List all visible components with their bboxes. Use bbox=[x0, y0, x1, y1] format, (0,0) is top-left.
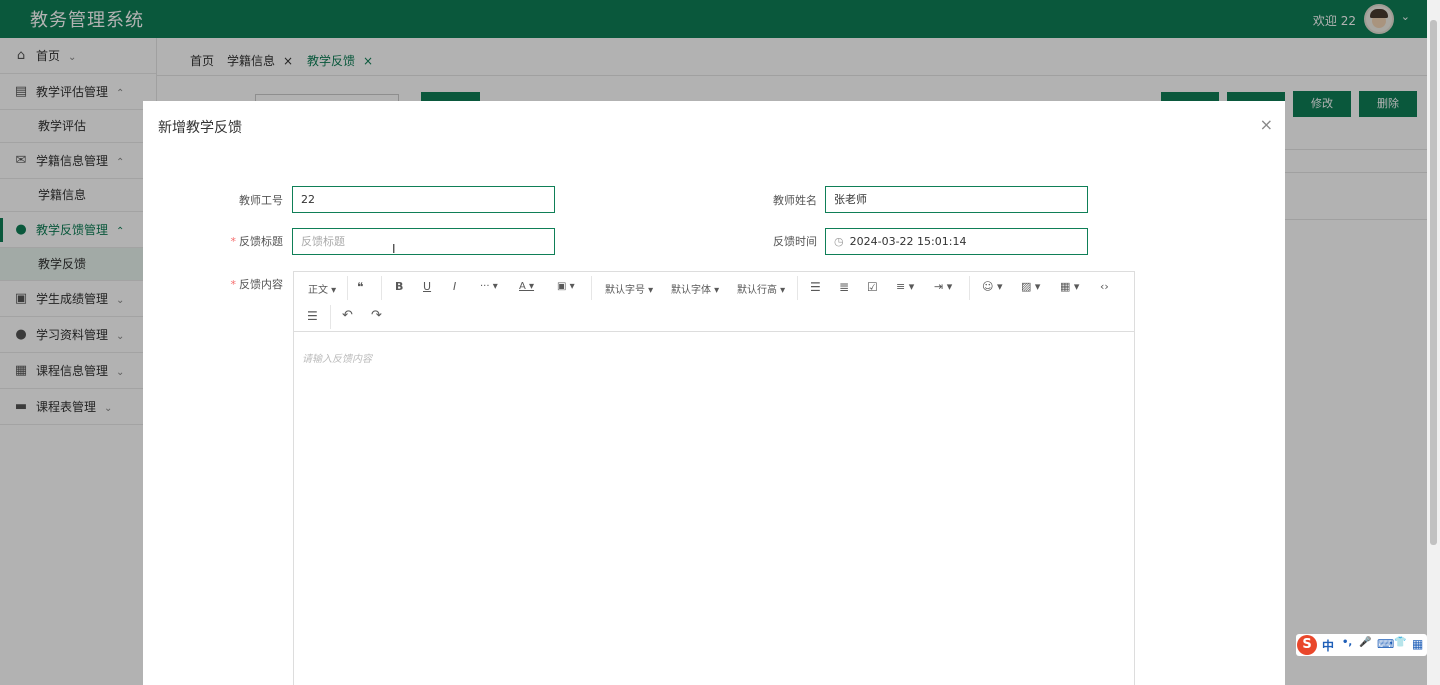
toolbar-divider bbox=[381, 276, 382, 300]
add-feedback-dialog: 新增教学反馈 × 教师工号 22 教师姓名 张老师 * 反馈标题 反馈标题 反馈时… bbox=[143, 101, 1285, 685]
bold-icon[interactable]: B bbox=[395, 280, 403, 293]
apps-grid-icon[interactable]: ▦ bbox=[1412, 637, 1423, 651]
page-scrollbar[interactable] bbox=[1427, 0, 1440, 685]
rich-text-editor: 正文 ▾ ❝ B U I ··· ▾ A ▾ ▣ ▾ 默认字号 ▾ 默认字体 ▾… bbox=[293, 271, 1135, 685]
editor-placeholder[interactable]: 请输入反馈内容 bbox=[302, 350, 372, 365]
undo-icon[interactable]: ↶ bbox=[342, 308, 353, 323]
background-color-dropdown[interactable]: ▣ ▾ bbox=[557, 281, 575, 292]
dialog-title: 新增教学反馈 bbox=[158, 120, 242, 136]
teacher-id-input[interactable]: 22 bbox=[292, 186, 555, 213]
emoji-dropdown[interactable]: ☺ ▾ bbox=[982, 280, 1003, 293]
editor-toolbar: 正文 ▾ ❝ B U I ··· ▾ A ▾ ▣ ▾ 默认字号 ▾ 默认字体 ▾… bbox=[294, 272, 1134, 332]
keyboard-icon[interactable]: ⌨ bbox=[1377, 637, 1394, 651]
bullet-list-icon[interactable]: ☰ bbox=[810, 280, 821, 294]
underline-icon[interactable]: U bbox=[423, 280, 431, 293]
label-text: 反馈标题 bbox=[239, 235, 283, 248]
todo-checkbox-icon[interactable]: ☑ bbox=[867, 280, 878, 294]
code-icon[interactable]: ‹› bbox=[1100, 280, 1109, 293]
required-mark: * bbox=[230, 278, 237, 291]
skin-icon[interactable]: 👕 bbox=[1394, 637, 1406, 648]
table-dropdown[interactable]: ▦ ▾ bbox=[1060, 280, 1079, 293]
image-dropdown[interactable]: ▨ ▾ bbox=[1021, 280, 1040, 293]
text-cursor-icon: I bbox=[392, 242, 396, 256]
toolbar-divider bbox=[347, 276, 348, 300]
italic-icon[interactable]: I bbox=[453, 280, 456, 293]
toolbar-divider bbox=[330, 305, 331, 329]
microphone-icon[interactable]: 🎤 bbox=[1359, 637, 1371, 648]
font-size-dropdown[interactable]: 默认字号 ▾ bbox=[605, 281, 653, 296]
toolbar-divider bbox=[969, 276, 970, 300]
feedback-content-label: * 反馈内容 bbox=[173, 276, 284, 292]
redo-icon[interactable]: ↷ bbox=[371, 308, 382, 323]
paragraph-style-dropdown[interactable]: 正文 ▾ bbox=[308, 281, 336, 296]
font-color-dropdown[interactable]: A ▾ bbox=[519, 281, 534, 292]
feedback-title-label: * 反馈标题 bbox=[173, 233, 284, 249]
divider-line-icon[interactable]: ☰ bbox=[307, 309, 318, 323]
scrollbar-thumb[interactable] bbox=[1430, 20, 1437, 545]
more-styles-dropdown[interactable]: ··· ▾ bbox=[480, 281, 498, 292]
required-mark: * bbox=[230, 235, 237, 248]
align-dropdown[interactable]: ≡ ▾ bbox=[896, 280, 914, 293]
ime-toolbar: S 中 •, 🎤 ⌨ 👕 ▦ bbox=[1296, 634, 1427, 656]
toolbar-divider bbox=[797, 276, 798, 300]
feedback-time-label: 反馈时间 bbox=[773, 235, 817, 248]
line-height-dropdown[interactable]: 默认行高 ▾ bbox=[737, 281, 785, 296]
teacher-name-label: 教师姓名 bbox=[773, 194, 817, 207]
label-text: 反馈内容 bbox=[239, 278, 283, 291]
clock-icon: ◷ bbox=[834, 235, 844, 248]
feedback-time-value: 2024-03-22 15:01:14 bbox=[849, 235, 967, 248]
font-family-dropdown[interactable]: 默认字体 ▾ bbox=[671, 281, 719, 296]
close-icon[interactable]: × bbox=[1260, 115, 1273, 134]
feedback-title-input[interactable]: 反馈标题 bbox=[292, 228, 555, 255]
teacher-id-label: 教师工号 bbox=[239, 194, 283, 207]
toolbar-divider bbox=[591, 276, 592, 300]
quote-icon[interactable]: ❝ bbox=[357, 280, 363, 294]
teacher-name-input[interactable]: 张老师 bbox=[825, 186, 1088, 213]
feedback-time-picker[interactable]: ◷ 2024-03-22 15:01:14 bbox=[825, 228, 1088, 255]
ime-language-toggle[interactable]: 中 bbox=[1322, 637, 1334, 654]
numbered-list-icon[interactable]: ≣ bbox=[839, 280, 849, 294]
indent-dropdown[interactable]: ⇥ ▾ bbox=[934, 280, 952, 293]
sogou-logo-icon[interactable]: S bbox=[1297, 635, 1317, 655]
punctuation-icon[interactable]: •, bbox=[1342, 637, 1352, 648]
